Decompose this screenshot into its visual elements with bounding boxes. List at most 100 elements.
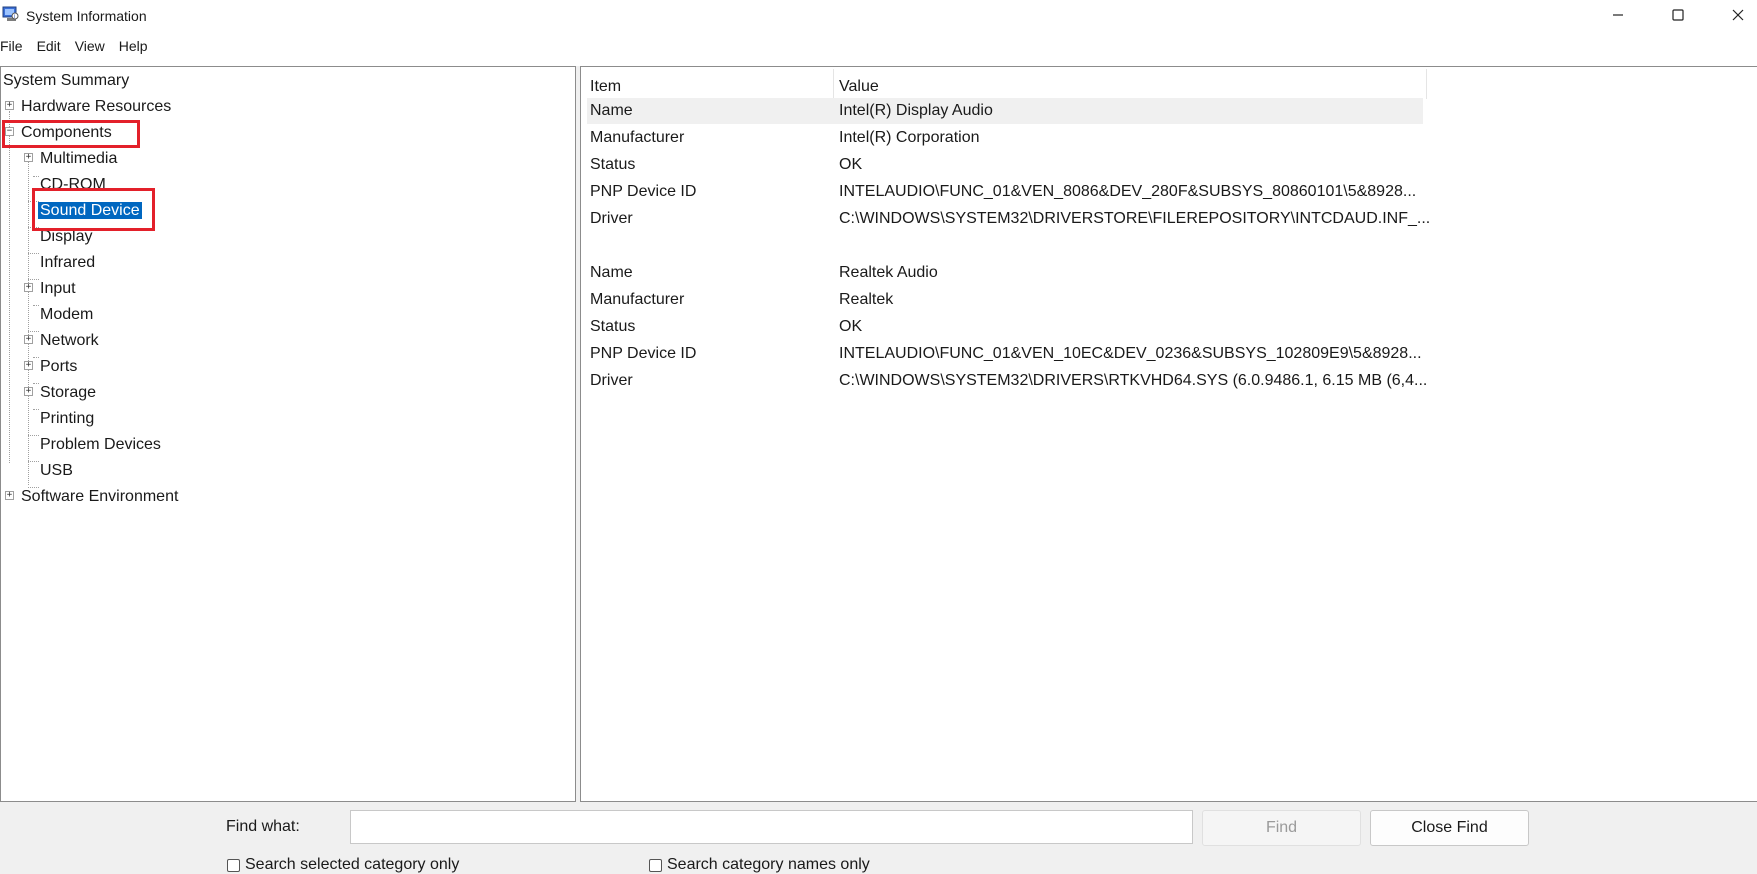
tree-item-hardware-resources[interactable]: Hardware Resources — [21, 96, 171, 118]
tree-item-usb[interactable]: USB — [40, 460, 73, 482]
expand-icon[interactable]: + — [24, 153, 33, 162]
table-row[interactable]: Name Intel(R) Display Audio — [587, 98, 1423, 124]
close-find-button[interactable]: Close Find — [1370, 810, 1529, 846]
tree-item-ports[interactable]: Ports — [40, 356, 77, 378]
find-what-input[interactable] — [350, 810, 1193, 844]
tree-connector — [28, 253, 39, 254]
cell-value: Realtek Audio — [839, 264, 938, 281]
cell-value: Realtek — [839, 291, 894, 308]
tree-connector — [28, 435, 39, 436]
tree-item-storage[interactable]: Storage — [40, 382, 96, 404]
close-button[interactable] — [1710, 0, 1757, 30]
cell-value: OK — [839, 156, 863, 173]
tree-connector — [33, 409, 39, 410]
cell-value: C:\WINDOWS\SYSTEM32\DRIVERS\RTKVHD64.SYS… — [839, 372, 1428, 389]
tree-label: Storage — [40, 384, 97, 401]
menu-help[interactable]: Help — [119, 34, 156, 56]
cell-value: INTELAUDIO\FUNC_01&VEN_10EC&DEV_0236&SUB… — [839, 345, 1422, 362]
table-row[interactable]: Manufacturer Realtek — [587, 287, 1423, 313]
tree-item-input[interactable]: Input — [40, 278, 76, 300]
table-row[interactable]: PNP Device ID INTELAUDIO\FUNC_01&VEN_10E… — [587, 341, 1423, 367]
expand-icon[interactable]: + — [24, 283, 33, 292]
tree-item-printing[interactable]: Printing — [40, 408, 94, 430]
tree-label: Ports — [40, 358, 78, 375]
table-row[interactable] — [587, 233, 1423, 259]
category-tree[interactable]: System Summary + Hardware Resources − Co… — [0, 66, 576, 802]
minimize-button[interactable] — [1590, 0, 1646, 30]
expand-icon[interactable]: + — [24, 361, 33, 370]
tree-connector — [9, 111, 10, 463]
tree-item-network[interactable]: Network — [40, 330, 99, 352]
cell-value: C:\WINDOWS\SYSTEM32\DRIVERSTORE\FILEREPO… — [839, 210, 1431, 227]
table-row[interactable]: Manufacturer Intel(R) Corporation — [587, 125, 1423, 151]
cell-item: Status — [590, 156, 636, 173]
tree-connector — [28, 331, 39, 332]
window-title: System Information — [26, 8, 147, 24]
search-selected-category-checkbox[interactable] — [227, 858, 240, 872]
search-category-names-label: Search category names only — [667, 856, 870, 873]
maximize-icon — [1672, 9, 1684, 21]
table-row[interactable]: Driver C:\WINDOWS\SYSTEM32\DRIVERS\RTKVH… — [587, 368, 1427, 394]
table-row[interactable]: Status OK — [587, 152, 1423, 178]
tree-label: Multimedia — [40, 150, 118, 167]
tree-label: System Summary — [3, 72, 130, 89]
menu-file[interactable]: File — [0, 34, 31, 56]
cell-item: Driver — [590, 372, 633, 389]
close-icon — [1732, 9, 1744, 21]
tree-label: Software Environment — [21, 488, 179, 505]
cell-item: Name — [590, 264, 633, 281]
tree-item-modem[interactable]: Modem — [40, 304, 93, 326]
search-category-names-checkbox[interactable] — [649, 858, 662, 872]
tree-item-software-environment[interactable]: Software Environment — [21, 486, 178, 508]
expand-icon[interactable]: + — [24, 335, 33, 344]
column-header-item[interactable]: Item — [590, 75, 621, 99]
cell-item: Manufacturer — [590, 291, 685, 308]
cell-value: OK — [839, 318, 863, 335]
tree-label: Hardware Resources — [21, 98, 172, 115]
cell-value: INTELAUDIO\FUNC_01&VEN_8086&DEV_280F&SUB… — [839, 183, 1417, 200]
menu-edit[interactable]: Edit — [37, 34, 69, 56]
column-divider[interactable] — [1426, 69, 1427, 99]
minimize-icon — [1613, 14, 1623, 16]
tree-connector — [33, 357, 39, 358]
title-bar: i System Information — [0, 0, 1757, 30]
expand-icon[interactable]: + — [5, 101, 14, 110]
column-divider[interactable] — [833, 69, 834, 99]
find-bar: Find what: Find Close Find Search select… — [0, 802, 1757, 874]
tree-item-problem-devices[interactable]: Problem Devices — [40, 434, 161, 456]
expand-icon[interactable]: + — [24, 387, 33, 396]
search-selected-category-option[interactable]: Search selected category only — [227, 856, 459, 874]
cell-item: Manufacturer — [590, 129, 685, 146]
svg-text:i: i — [14, 14, 15, 20]
tree-label: Modem — [40, 306, 94, 323]
cell-value: Intel(R) Display Audio — [839, 102, 993, 119]
menu-bar: File Edit View Help — [0, 34, 162, 56]
find-what-label: Find what: — [226, 818, 300, 835]
search-category-names-option[interactable]: Search category names only — [649, 856, 870, 874]
menu-view[interactable]: View — [75, 34, 113, 56]
cell-value: Intel(R) Corporation — [839, 129, 980, 146]
maximize-button[interactable] — [1650, 0, 1706, 30]
tree-label: Infrared — [40, 254, 96, 271]
expand-icon[interactable]: + — [5, 491, 14, 500]
table-row[interactable]: Driver C:\WINDOWS\SYSTEM32\DRIVERSTORE\F… — [587, 206, 1430, 232]
tree-connector — [33, 176, 39, 177]
tree-label: Printing — [40, 410, 95, 427]
tree-item-system-summary[interactable]: System Summary — [3, 70, 129, 92]
table-row[interactable]: PNP Device ID INTELAUDIO\FUNC_01&VEN_808… — [587, 179, 1423, 205]
table-row[interactable]: Name Realtek Audio — [587, 260, 1423, 286]
cell-item: Status — [590, 318, 636, 335]
cell-item: Name — [590, 102, 633, 119]
tree-label: Network — [40, 332, 99, 349]
search-selected-category-label: Search selected category only — [245, 856, 460, 873]
tree-item-multimedia[interactable]: Multimedia — [40, 148, 117, 170]
find-button[interactable]: Find — [1202, 810, 1361, 846]
table-row[interactable]: Status OK — [587, 314, 1423, 340]
cell-item: PNP Device ID — [590, 345, 697, 362]
details-table: Item Value Name Intel(R) Display Audio M… — [580, 66, 1757, 802]
tree-connector — [28, 461, 39, 462]
tree-item-infrared[interactable]: Infrared — [40, 252, 95, 274]
column-header-value[interactable]: Value — [839, 75, 879, 99]
tree-connector — [33, 383, 39, 384]
tree-connector — [33, 305, 39, 306]
